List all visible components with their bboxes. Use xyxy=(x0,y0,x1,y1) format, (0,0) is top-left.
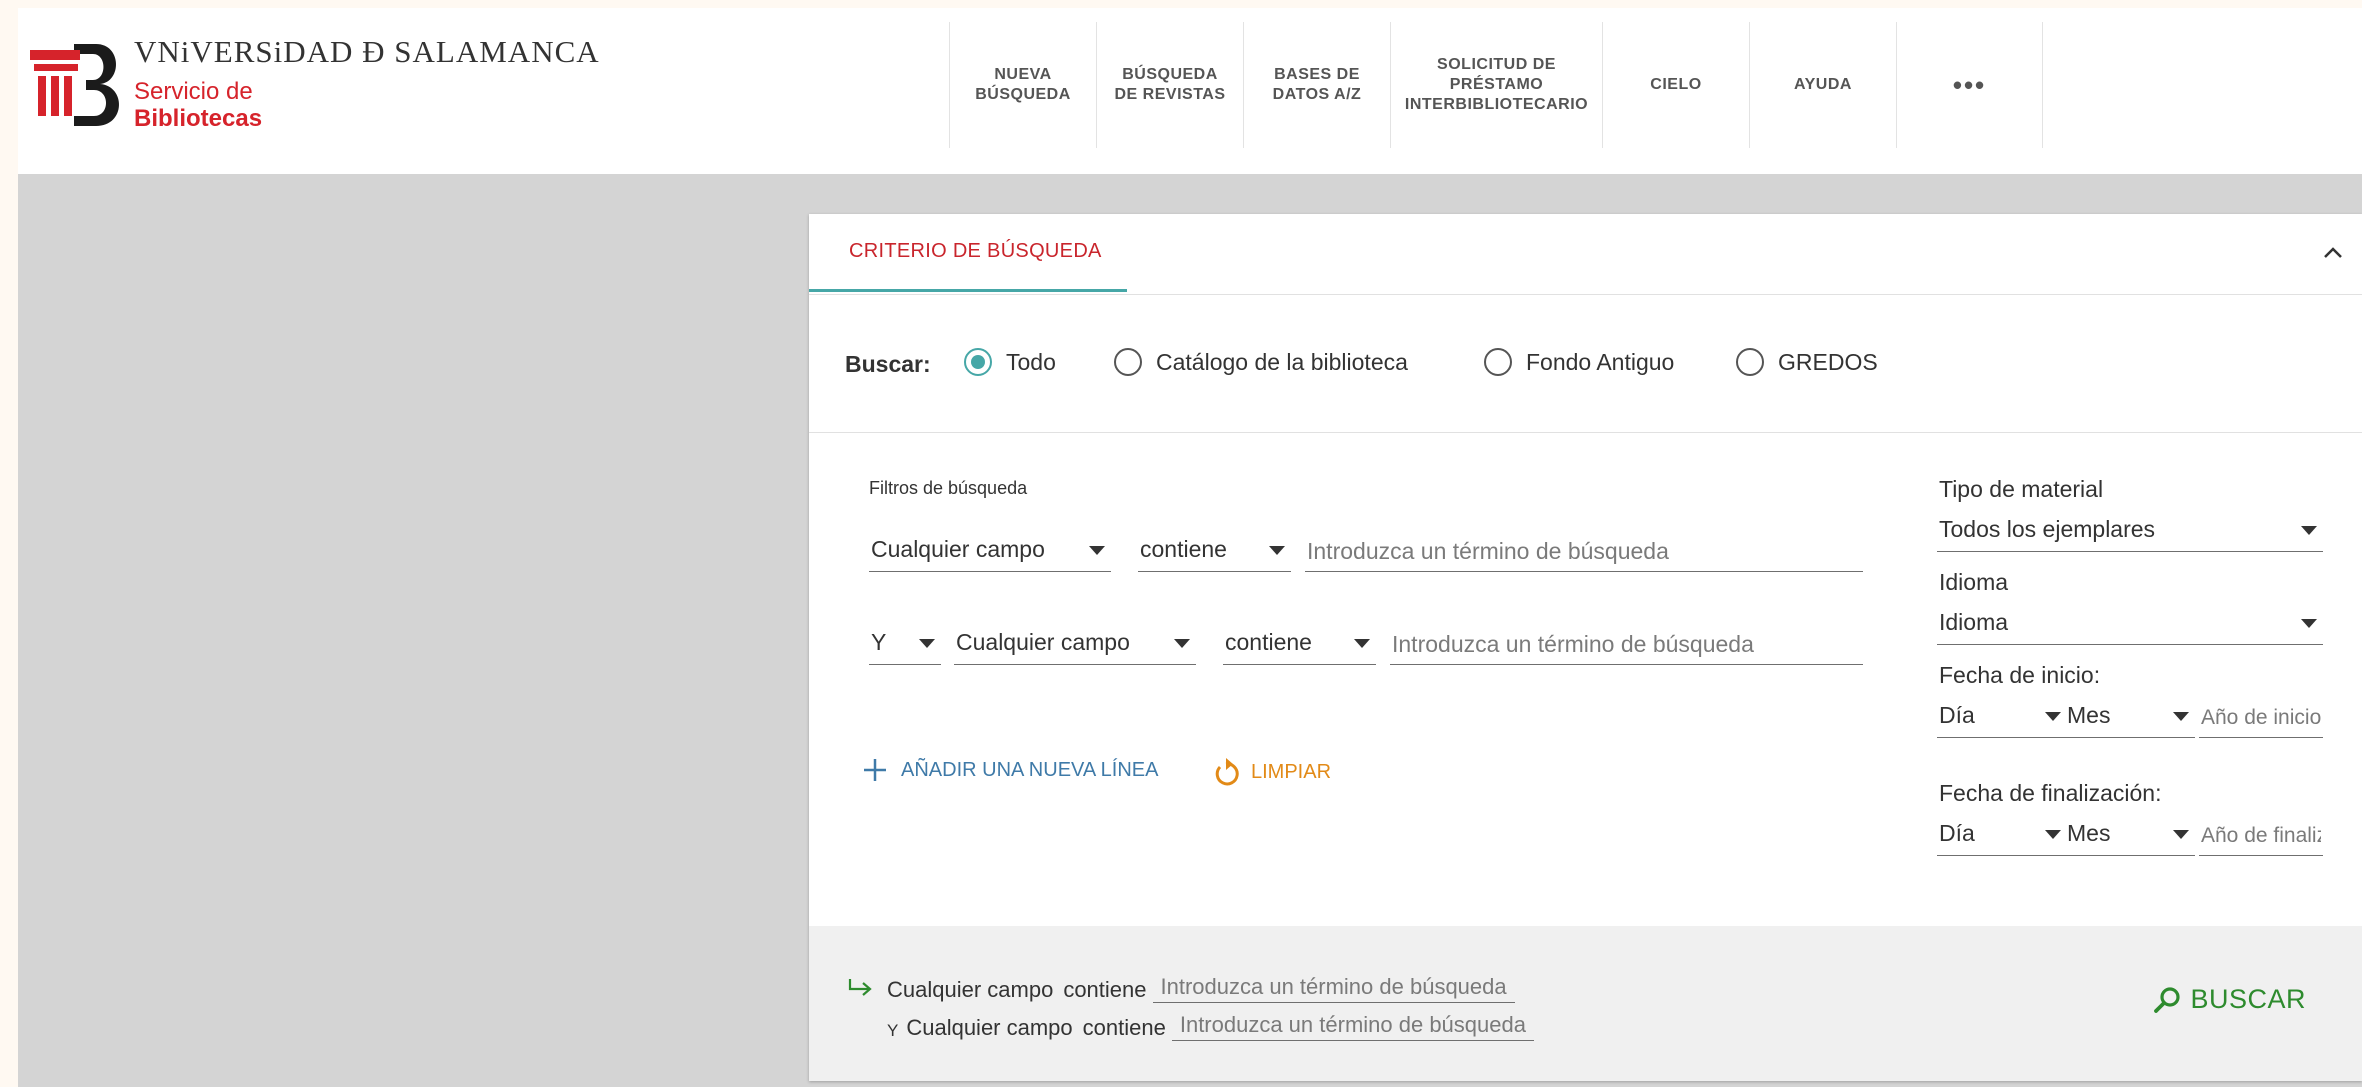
select-value: Todos los ejemplares xyxy=(1939,516,2156,542)
radio-unselected-icon xyxy=(1114,348,1142,376)
tab-bar: CRITERIO DE BÚSQUEDA xyxy=(809,214,2362,295)
dropdown-arrow-icon xyxy=(1269,546,1285,555)
end-date-label: Fecha de finalización: xyxy=(1939,780,2162,806)
start-year-input[interactable] xyxy=(2199,698,2323,738)
clear-button[interactable]: LIMPIAR xyxy=(1211,756,1331,788)
select-value: Día xyxy=(1939,820,1975,846)
dropdown-arrow-icon xyxy=(2301,619,2317,628)
scope-radio-label: Todo xyxy=(1006,348,1056,375)
search-button[interactable]: BUSCAR xyxy=(2152,984,2306,1015)
summary-line-2: Y Cualquier campo contiene Introduzca un… xyxy=(887,1012,1534,1041)
dropdown-arrow-icon xyxy=(1174,639,1190,648)
scope-radio-label: Fondo Antiguo xyxy=(1526,348,1675,375)
nav-cielo[interactable]: CIELO xyxy=(1602,22,1749,148)
row2-search-input[interactable] xyxy=(1390,625,1863,665)
dropdown-arrow-icon xyxy=(2173,830,2189,839)
arrow-right-hook-icon xyxy=(848,979,872,996)
start-day-select[interactable]: Día xyxy=(1937,698,2067,738)
language-label: Idioma xyxy=(1939,569,2009,595)
tab-search-criteria[interactable]: CRITERIO DE BÚSQUEDA xyxy=(809,214,1127,292)
end-year-input[interactable] xyxy=(2199,816,2323,856)
dropdown-arrow-icon xyxy=(1354,639,1370,648)
search-scope-bar: Buscar: Todo Catálogo de la biblioteca F… xyxy=(809,295,2362,433)
row2-boolean-select[interactable]: Y xyxy=(869,625,941,665)
plus-icon xyxy=(864,759,886,781)
nav-more-button[interactable]: ••• xyxy=(1896,22,2043,148)
search-icon xyxy=(2154,986,2181,1013)
service-name-line2: Bibliotecas xyxy=(134,105,263,132)
scope-label: Buscar: xyxy=(845,351,931,377)
radio-selected-icon xyxy=(964,348,992,376)
nav-help[interactable]: AYUDA xyxy=(1749,22,1896,148)
material-type-label: Tipo de material xyxy=(1939,476,2104,502)
reset-icon xyxy=(1215,758,1239,786)
summary-term[interactable]: Introduzca un término de búsqueda xyxy=(1152,974,1515,1003)
summary-boolean: Y xyxy=(887,1021,899,1040)
query-summary-bar: Cualquier campo contiene Introduzca un t… xyxy=(809,926,2362,1081)
dropdown-arrow-icon xyxy=(2045,712,2061,721)
summary-field: Cualquier campo xyxy=(887,977,1054,1002)
row1-operator-select[interactable]: contiene xyxy=(1138,532,1291,572)
nav-journal-search[interactable]: BÚSQUEDA DE REVISTAS xyxy=(1096,22,1243,148)
scope-radio-gredos[interactable]: GREDOS xyxy=(1736,348,1878,376)
summary-term[interactable]: Introduzca un término de búsqueda xyxy=(1171,1012,1534,1041)
scope-radio-catalog[interactable]: Catálogo de la biblioteca xyxy=(1114,348,1408,376)
library-logo[interactable]: VNiVERSiDAD Ð SALAMANCA Servicio de Bibl… xyxy=(30,30,599,140)
university-b-logo-icon xyxy=(30,44,120,126)
page-background: VNiVERSiDAD Ð SALAMANCA Servicio de Bibl… xyxy=(18,8,2362,1087)
select-value: contiene xyxy=(1140,536,1227,562)
summary-field: Cualquier campo xyxy=(906,1015,1073,1040)
summary-operator: contiene xyxy=(1082,1015,1166,1040)
end-day-select[interactable]: Día xyxy=(1937,816,2067,856)
row1-field-select[interactable]: Cualquier campo xyxy=(869,532,1111,572)
scope-radio-fondo-antiguo[interactable]: Fondo Antiguo xyxy=(1484,348,1674,376)
scope-radio-todo[interactable]: Todo xyxy=(964,348,1056,376)
scope-radio-label: GREDOS xyxy=(1778,348,1878,375)
dropdown-arrow-icon xyxy=(1089,546,1105,555)
select-value: Y xyxy=(871,629,887,655)
summary-operator: contiene xyxy=(1063,977,1147,1002)
nav-interlibrary-loan[interactable]: SOLICITUD DE PRÉSTAMO INTERBIBLIOTECARIO xyxy=(1390,22,1602,148)
dropdown-arrow-icon xyxy=(2045,830,2061,839)
select-value: contiene xyxy=(1225,629,1312,655)
add-line-button[interactable]: AÑADIR UNA NUEVA LÍNEA xyxy=(861,756,1158,784)
language-select[interactable]: Idioma xyxy=(1937,605,2323,645)
row2-operator-select[interactable]: contiene xyxy=(1223,625,1376,665)
dropdown-arrow-icon xyxy=(2301,526,2317,535)
nav-databases-az[interactable]: BASES DE DATOS A/Z xyxy=(1243,22,1390,148)
radio-unselected-icon xyxy=(1484,348,1512,376)
material-type-select[interactable]: Todos los ejemplares xyxy=(1937,512,2323,552)
filters-title: Filtros de búsqueda xyxy=(869,478,1028,498)
select-value: Cualquier campo xyxy=(956,629,1130,655)
clear-label: LIMPIAR xyxy=(1251,760,1332,783)
add-line-label: AÑADIR UNA NUEVA LÍNEA xyxy=(901,758,1159,781)
site-header: VNiVERSiDAD Ð SALAMANCA Servicio de Bibl… xyxy=(18,8,2362,174)
start-date-label: Fecha de inicio: xyxy=(1939,662,2101,688)
dropdown-arrow-icon xyxy=(2173,712,2189,721)
scope-radio-label: Catálogo de la biblioteca xyxy=(1156,348,1408,375)
start-month-select[interactable]: Mes xyxy=(2065,698,2195,738)
select-value: Cualquier campo xyxy=(871,536,1045,562)
chevron-up-icon[interactable] xyxy=(2316,236,2350,270)
service-name-line1: Servicio de xyxy=(134,78,253,105)
dropdown-arrow-icon xyxy=(919,639,935,648)
select-value: Mes xyxy=(2067,702,2111,728)
radio-unselected-icon xyxy=(1736,348,1764,376)
search-button-label: BUSCAR xyxy=(2190,984,2306,1014)
summary-line-1: Cualquier campo contiene Introduzca un t… xyxy=(847,974,1515,1003)
row2-field-select[interactable]: Cualquier campo xyxy=(954,625,1196,665)
select-value: Mes xyxy=(2067,820,2111,846)
select-value: Idioma xyxy=(1939,609,2009,635)
nav-new-search[interactable]: NUEVA BÚSQUEDA xyxy=(949,22,1096,148)
row1-search-input[interactable] xyxy=(1305,532,1863,572)
university-name: VNiVERSiDAD Ð SALAMANCA xyxy=(134,34,600,69)
select-value: Día xyxy=(1939,702,1975,728)
end-month-select[interactable]: Mes xyxy=(2065,816,2195,856)
main-nav: NUEVA BÚSQUEDA BÚSQUEDA DE REVISTAS BASE… xyxy=(949,22,2043,148)
advanced-search-panel: CRITERIO DE BÚSQUEDA Buscar: Todo Catálo… xyxy=(809,214,2362,1081)
